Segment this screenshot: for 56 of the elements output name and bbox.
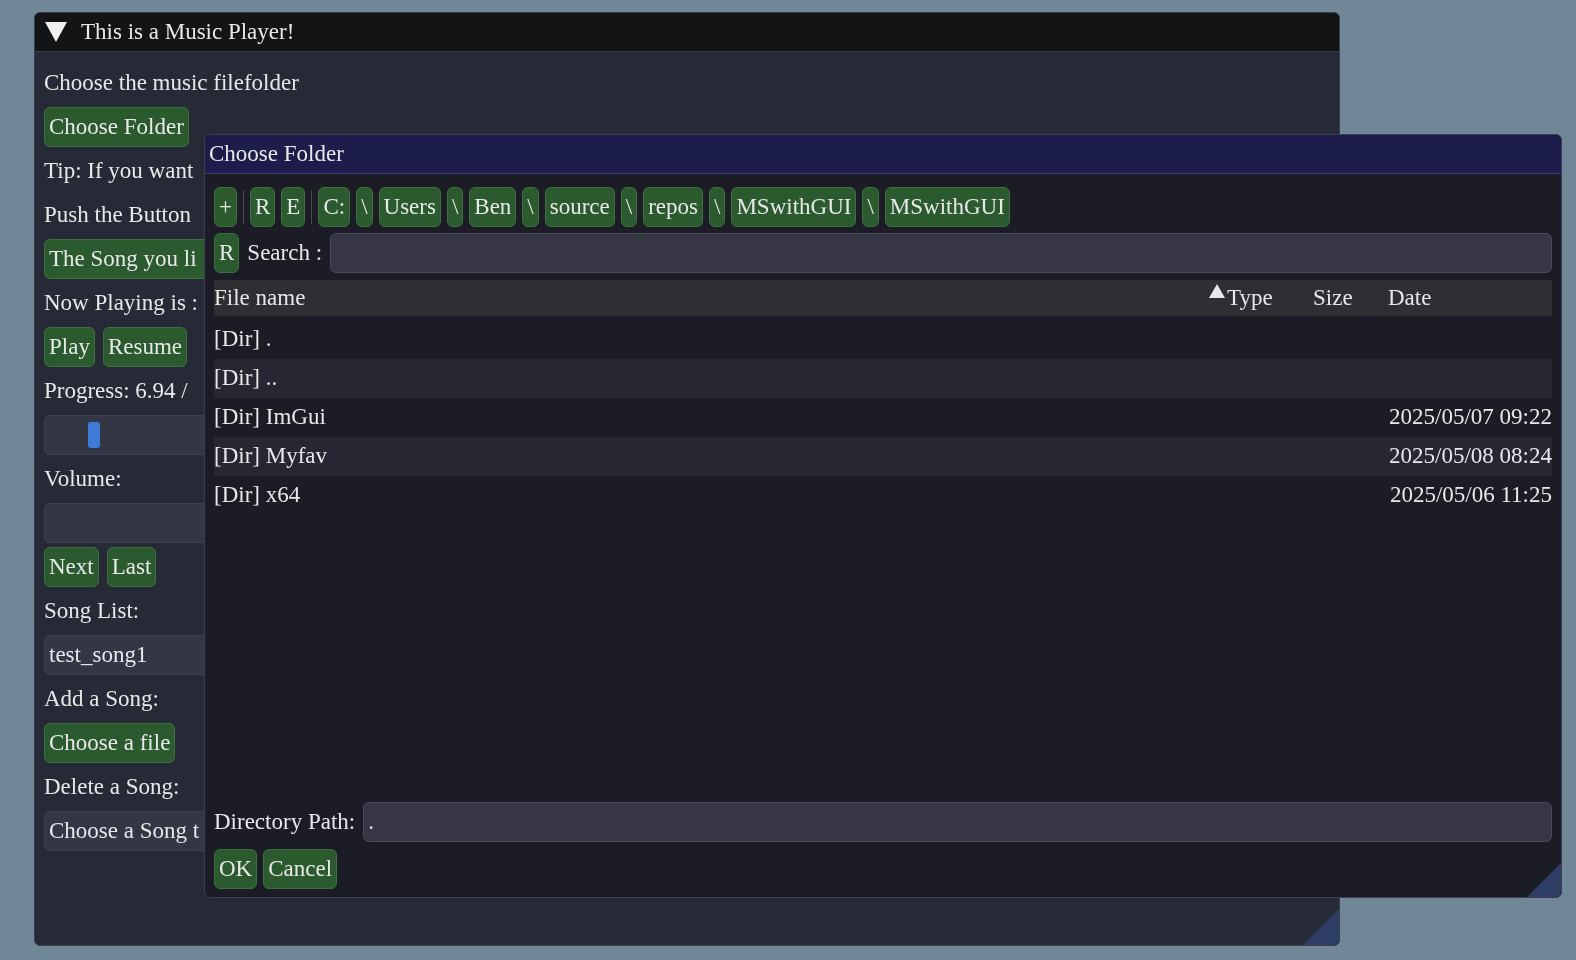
- button[interactable]: Cancel: [263, 849, 338, 889]
- label-text: Push the Button: [44, 200, 191, 229]
- path-button[interactable]: source: [544, 187, 615, 227]
- table-cell: 2025/05/06 11:25: [1389, 482, 1552, 508]
- search-label: Search :: [247, 238, 323, 267]
- path-button[interactable]: \: [620, 187, 638, 227]
- file-entry[interactable]: [Dir] ..: [214, 365, 278, 391]
- file-entry[interactable]: [Dir] Myfav: [214, 443, 328, 469]
- resize-grip-icon[interactable]: [1303, 909, 1339, 945]
- path-button[interactable]: \: [522, 187, 539, 227]
- file-entry[interactable]: [Dir] ImGui: [214, 404, 326, 430]
- window-title: This is a Music Player!: [81, 17, 295, 46]
- button[interactable]: Resume: [102, 327, 187, 367]
- path-button[interactable]: \: [356, 187, 373, 227]
- path-button[interactable]: \: [862, 187, 879, 227]
- directory-path-field[interactable]: .: [363, 802, 1552, 842]
- path-button[interactable]: \: [709, 187, 726, 227]
- column-header[interactable]: Type: [1227, 280, 1273, 316]
- collapse-icon[interactable]: [45, 22, 67, 42]
- path-button[interactable]: MSwithGUI: [884, 187, 1010, 227]
- path-button[interactable]: repos: [643, 187, 703, 227]
- path-button[interactable]: E: [281, 187, 306, 227]
- reset-button[interactable]: R: [214, 233, 240, 273]
- button[interactable]: Next: [44, 547, 99, 587]
- label-text: Progress: 6.94 /: [44, 376, 188, 405]
- label-text: Choose the music filefolder: [44, 68, 299, 97]
- slider-thumb[interactable]: [88, 422, 101, 448]
- path-button[interactable]: Users: [378, 187, 441, 227]
- label-text: Tip: If you want: [44, 156, 194, 185]
- button[interactable]: Choose Folder: [44, 107, 189, 147]
- path-button[interactable]: \: [446, 187, 464, 227]
- dialog-title: Choose Folder: [209, 139, 344, 168]
- path-button[interactable]: C:: [318, 187, 351, 227]
- table-cell: 2025/05/08 08:24: [1389, 443, 1552, 469]
- table-cell: 2025/05/07 09:22: [1389, 404, 1552, 430]
- label-text: Add a Song:: [44, 684, 159, 713]
- file-entry[interactable]: [Dir] .: [214, 326, 272, 352]
- button[interactable]: Choose a file: [44, 723, 176, 763]
- button[interactable]: Last: [106, 547, 157, 587]
- button[interactable]: Play: [44, 327, 95, 367]
- path-button[interactable]: MSwithGUI: [731, 187, 857, 227]
- path-button[interactable]: R: [250, 187, 276, 227]
- label-text: Delete a Song:: [44, 772, 180, 801]
- label-text: Song List:: [44, 596, 140, 625]
- column-header[interactable]: Date: [1388, 284, 1432, 310]
- button[interactable]: OK: [214, 849, 258, 889]
- column-header[interactable]: Size: [1313, 284, 1353, 310]
- label-text: Volume:: [44, 464, 122, 493]
- file-entry[interactable]: [Dir] x64: [214, 482, 301, 508]
- path-button[interactable]: Ben: [469, 187, 517, 227]
- resize-grip-icon[interactable]: [1527, 863, 1561, 897]
- path-button[interactable]: +: [214, 187, 237, 227]
- column-header[interactable]: File name: [214, 284, 306, 310]
- search-field[interactable]: [330, 233, 1552, 273]
- directory-path-label: Directory Path:: [214, 807, 356, 836]
- label-text: Now Playing is :: [44, 288, 198, 317]
